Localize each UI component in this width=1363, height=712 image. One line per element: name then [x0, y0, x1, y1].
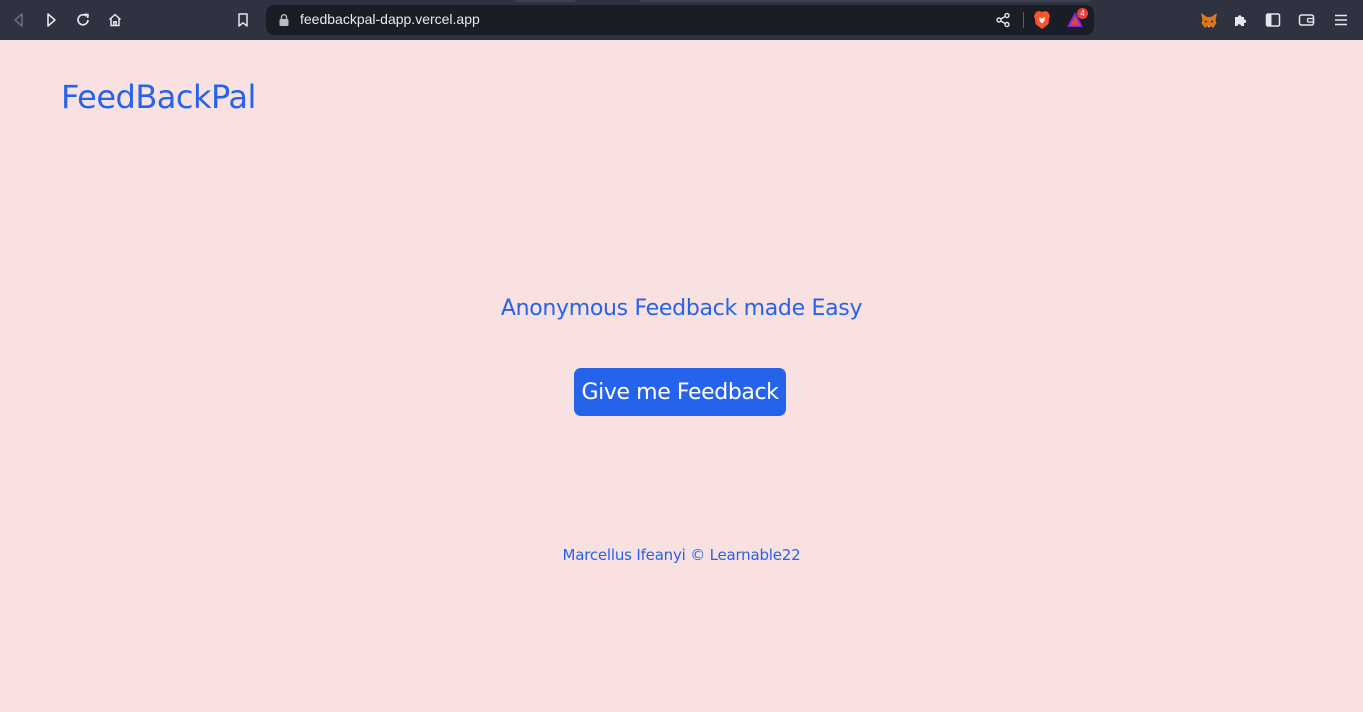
metamask-extension-button[interactable]	[1195, 6, 1223, 34]
brave-shields-button[interactable]	[1033, 10, 1051, 30]
page-content: FeedBackPal Anonymous Feedback made Easy…	[0, 40, 1363, 712]
footer-credit: Marcellus Ifeanyi © Learnable22	[562, 546, 801, 564]
brave-rewards-button[interactable]: 4	[1066, 8, 1088, 29]
give-feedback-button[interactable]: Give me Feedback	[574, 368, 786, 416]
bookmark-icon	[238, 13, 248, 27]
sidebar-icon	[1265, 13, 1281, 27]
puzzle-icon	[1235, 15, 1247, 26]
back-icon	[14, 13, 23, 27]
rewards-notification-badge: 4	[1077, 8, 1088, 19]
sidebar-toggle-button[interactable]	[1259, 6, 1287, 34]
tagline: Anonymous Feedback made Easy	[500, 296, 863, 321]
url-text[interactable]: feedbackpal-dapp.vercel.app	[300, 11, 480, 27]
address-bar[interactable]: feedbackpal-dapp.vercel.app 4	[266, 5, 1094, 35]
wallet-icon	[1298, 14, 1314, 26]
bookmark-button[interactable]	[229, 6, 257, 34]
hamburger-menu-icon	[1335, 14, 1347, 26]
reload-button[interactable]	[69, 6, 97, 34]
forward-icon	[47, 13, 56, 27]
address-bar-divider	[1023, 12, 1024, 28]
lock-icon	[279, 14, 289, 26]
reload-icon	[77, 13, 89, 26]
wallet-button[interactable]	[1292, 6, 1320, 34]
home-icon	[108, 13, 122, 27]
tab-strip-edge	[640, 0, 1090, 2]
back-button[interactable]	[5, 6, 33, 34]
browser-menu-button[interactable]	[1327, 6, 1355, 34]
forward-button[interactable]	[37, 6, 65, 34]
brand-logo-text[interactable]: FeedBackPal	[61, 78, 256, 116]
metamask-fox-icon	[1201, 12, 1217, 28]
home-button[interactable]	[101, 6, 129, 34]
share-icon[interactable]	[995, 12, 1011, 28]
extensions-button[interactable]	[1227, 6, 1255, 34]
brave-lion-icon	[1034, 11, 1050, 29]
tab-strip-edge	[515, 0, 575, 2]
browser-toolbar: feedbackpal-dapp.vercel.app 4	[0, 0, 1363, 40]
